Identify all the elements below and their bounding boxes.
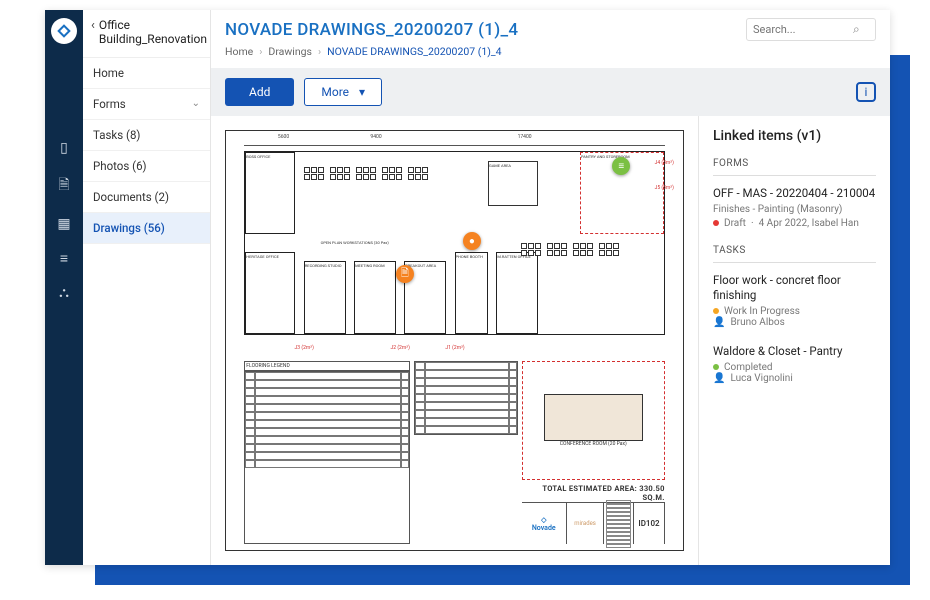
people-icon[interactable]: ⛬ <box>59 285 69 301</box>
forms-section-label: FORMS <box>713 158 876 176</box>
total-area: TOTAL ESTIMATED AREA: 330.50 SQ.M. <box>522 484 665 502</box>
tag-j2: J2 (2m²) <box>391 345 410 351</box>
crumb-current: NOVADE DRAWINGS_20200207 (1)_4 <box>327 45 501 58</box>
crumb-drawings[interactable]: Drawings <box>268 45 312 58</box>
marker-orange-2[interactable]: 🗎 <box>396 265 414 283</box>
linked-task-item[interactable]: Waldore & Closet - Pantry Completed 👤Luc… <box>713 344 876 384</box>
list-icon[interactable]: ≡ <box>60 250 68 267</box>
crumb-home[interactable]: Home <box>225 45 253 58</box>
briefcase-icon[interactable]: ▯ <box>60 140 68 156</box>
status-dot-icon <box>713 308 719 314</box>
person-icon: 👤 <box>713 373 725 384</box>
drawing-viewer[interactable]: 5600 9400 17400 BOSS OFFICE HERITAGE OFF… <box>211 116 698 565</box>
nav-documents[interactable]: Documents (2) <box>83 182 210 213</box>
nav-forms[interactable]: Forms⌄ <box>83 89 210 120</box>
caret-down-icon: ▾ <box>359 85 365 99</box>
linked-items-panel: Linked items (v1) FORMS OFF - MAS - 2022… <box>698 116 890 565</box>
nav-photos[interactable]: Photos (6) <box>83 151 210 182</box>
nav-tasks[interactable]: Tasks (8) <box>83 120 210 151</box>
titleblock: ◇Novade mirades NOVADE OFFICE FURNITURE … <box>522 502 665 544</box>
tag-j1: J1 (2m²) <box>445 345 464 351</box>
project-name: Office Building_Renovation <box>99 18 207 47</box>
linked-form-item[interactable]: OFF - MAS - 20220404 - 210004 Finishes -… <box>713 186 876 229</box>
linked-heading: Linked items (v1) <box>713 128 876 144</box>
floorplan: BOSS OFFICE HERITAGE OFFICE OPEN PLAN WO… <box>244 151 664 335</box>
tasks-section-label: TASKS <box>713 245 876 263</box>
conference-room-detail: CONFERENCE ROOM (20 Pax) <box>522 361 665 480</box>
search-box[interactable]: ⌕ <box>746 18 876 41</box>
project-header[interactable]: ‹ Office Building_Renovation <box>83 10 210 58</box>
legend-table <box>244 371 410 544</box>
chevron-right-icon: › <box>318 45 321 58</box>
chevron-down-icon: ⌄ <box>192 98 200 109</box>
nav-drawings[interactable]: Drawings (56) <box>83 213 210 244</box>
marker-orange-1[interactable]: ● <box>463 232 481 250</box>
linked-task-item[interactable]: Floor work - concret floor finishing Wor… <box>713 273 876 328</box>
info-icon[interactable]: i <box>856 82 876 102</box>
icon-rail: ▯ 🗎 ▦ ≡ ⛬ <box>45 10 83 565</box>
chevron-left-icon[interactable]: ‹ <box>91 18 95 34</box>
person-icon: 👤 <box>713 317 725 328</box>
chevron-right-icon: › <box>259 45 262 58</box>
calendar-icon[interactable]: ▦ <box>57 216 70 232</box>
tag-j3: J3 (2m²) <box>295 345 314 351</box>
breadcrumb: Home › Drawings › NOVADE DRAWINGS_202002… <box>211 45 890 68</box>
status-dot-icon <box>713 220 719 226</box>
tag-j5: J5 (3m²) <box>655 185 674 191</box>
document-icon[interactable]: 🗎 <box>58 174 69 198</box>
more-button[interactable]: More ▾ <box>304 78 382 106</box>
search-icon[interactable]: ⌕ <box>853 22 860 37</box>
tag-j4: J4 (3m²) <box>655 160 674 166</box>
nav-home[interactable]: Home <box>83 58 210 89</box>
search-input[interactable] <box>753 23 853 36</box>
add-button[interactable]: Add <box>225 78 294 106</box>
page-title: NOVADE DRAWINGS_20200207 (1)_4 <box>225 20 518 40</box>
status-dot-icon <box>713 364 719 370</box>
app-logo <box>51 18 77 44</box>
sidebar: ‹ Office Building_Renovation Home Forms⌄… <box>83 10 211 565</box>
